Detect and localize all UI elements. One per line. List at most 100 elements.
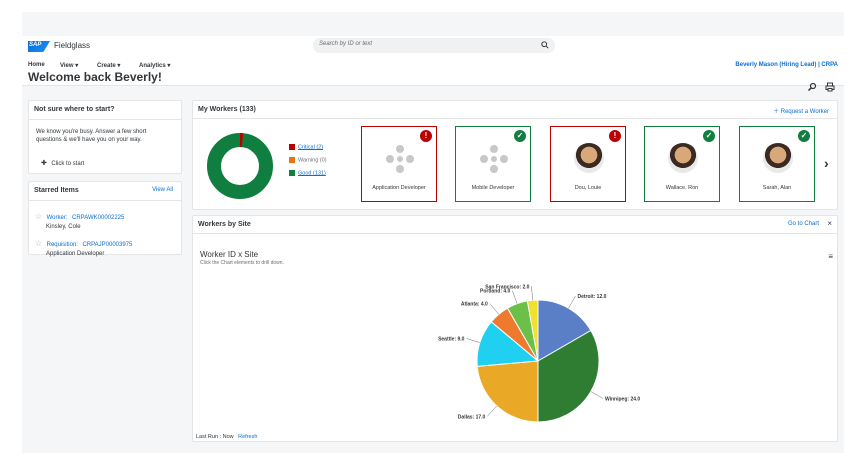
wrench-icon[interactable] xyxy=(807,82,817,92)
worker-card[interactable]: ✓ Mobile Developer xyxy=(455,126,531,202)
divider xyxy=(193,118,837,119)
worker-card-label: Mobile Developer xyxy=(471,185,515,191)
donut-good-segment[interactable] xyxy=(207,133,273,199)
go-to-chart-link[interactable]: Go to Chart xyxy=(788,221,819,227)
pie-connector xyxy=(590,391,604,399)
pie-data-label: San Francisco: 2.0 xyxy=(485,284,529,290)
plus-icon: ＋ xyxy=(773,109,780,115)
pie-data-label: Winnipeg: 24.0 xyxy=(605,397,640,403)
chart-hint: Click the Chart elements to drill down. xyxy=(200,260,284,266)
worker-card[interactable]: ! Application Developer xyxy=(361,126,437,202)
pie-connector xyxy=(489,303,499,315)
search-icon[interactable] xyxy=(541,41,549,49)
worker-card[interactable]: ✓ Wallace, Ron xyxy=(644,126,720,202)
nav-home[interactable]: Home xyxy=(28,62,45,68)
pie-chart[interactable]: Detroit: 12.0 Winnipeg: 24.0 Dallas: 17.0 S… xyxy=(394,262,644,432)
starred-item-type: Worker: xyxy=(46,215,68,221)
sap-logo-text: SAP xyxy=(29,42,42,48)
legend-warning-label: Warning (0) xyxy=(298,157,327,164)
worker-card-label: Wallace, Ron xyxy=(665,185,699,191)
chevron-down-icon: ▾ xyxy=(75,63,79,69)
pie-data-label: Dallas: 17.0 xyxy=(458,414,486,420)
divider xyxy=(193,233,837,234)
chevron-down-icon: ▾ xyxy=(167,63,171,69)
starred-item-type: Requisition: xyxy=(46,242,78,248)
click-to-start-label: Click to start xyxy=(51,161,85,167)
chevron-down-icon: ▾ xyxy=(117,63,121,69)
pie-data-label: Atlanta: 4.0 xyxy=(461,302,488,308)
status-donut[interactable] xyxy=(205,131,275,201)
nav-create-label: Create xyxy=(97,63,116,69)
starred-item-id[interactable]: CRPAJP00003975 xyxy=(82,242,132,248)
legend-good[interactable]: Good (131) xyxy=(289,170,326,176)
workers-by-site-title: Workers by Site xyxy=(198,221,251,228)
app-frame: SAP Fieldglass Search by ID or text Home… xyxy=(22,12,844,453)
puzzle-icon: ✚ xyxy=(41,160,47,167)
starred-title: Starred Items xyxy=(34,187,79,194)
pie-connector xyxy=(466,338,480,343)
starred-item[interactable]: ☆ Requisition: CRPAJP00003975 Applicatio… xyxy=(35,233,132,257)
print-icon[interactable] xyxy=(825,82,835,92)
nav-view[interactable]: View ▾ xyxy=(60,62,78,69)
legend-critical-label: Critical (2) xyxy=(298,144,324,151)
nav-view-label: View xyxy=(60,63,74,69)
divider xyxy=(29,119,181,120)
legend-critical[interactable]: Critical (2) xyxy=(289,144,323,150)
hamburger-menu-icon[interactable]: ≡ xyxy=(828,252,833,261)
start-panel-title: Not sure where to start? xyxy=(34,106,115,113)
avatar xyxy=(668,143,698,173)
worker-card-label: Application Developer xyxy=(372,185,426,191)
my-workers-title: My Workers (133) xyxy=(198,106,256,113)
starred-panel: Starred Items View All ☆ Worker: CRPAWK0… xyxy=(28,181,182,257)
nav-analytics[interactable]: Analytics ▾ xyxy=(139,62,170,69)
check-badge-icon: ✓ xyxy=(703,130,715,142)
divider xyxy=(29,200,181,201)
nav-create[interactable]: Create ▾ xyxy=(97,62,120,69)
legend-warning[interactable]: Warning (0) xyxy=(289,157,327,163)
legend-swatch xyxy=(289,144,295,150)
worker-card-label: Sarah, Alan xyxy=(762,185,792,191)
refresh-link[interactable]: Refresh xyxy=(238,434,257,440)
search-placeholder: Search by ID or text xyxy=(319,41,373,47)
chart-title: Worker ID x Site xyxy=(200,250,259,259)
starred-item[interactable]: ☆ Worker: CRPAWK00002225 Kinsley, Cole xyxy=(35,206,124,230)
starred-item-sub: Application Developer xyxy=(46,251,105,257)
check-badge-icon: ✓ xyxy=(798,130,810,142)
request-worker-label: Request a Worker xyxy=(780,109,829,115)
critical-badge-icon: ! xyxy=(609,130,621,142)
last-run: Last Run : Now Refresh xyxy=(196,434,257,440)
legend-good-label: Good (131) xyxy=(298,170,326,177)
worker-card[interactable]: ! Dou, Louie xyxy=(550,126,626,202)
start-panel-body: We know you're busy. Answer a few short … xyxy=(36,129,147,143)
worker-card-label: Dou, Louie xyxy=(574,185,602,191)
search-input[interactable]: Search by ID or text xyxy=(313,38,555,53)
star-icon[interactable]: ☆ xyxy=(35,212,42,221)
pie-connector xyxy=(487,405,497,417)
critical-badge-icon: ! xyxy=(420,130,432,142)
avatar xyxy=(763,143,793,173)
pie-connector xyxy=(531,286,533,301)
pie-data-label: Seattle: 9.0 xyxy=(438,336,465,342)
product-name: Fieldglass xyxy=(54,41,91,50)
legend-swatch xyxy=(289,157,295,163)
user-menu[interactable]: Beverly Mason (Hiring Lead) | CRPA xyxy=(735,62,838,68)
legend-swatch xyxy=(289,170,295,176)
page-title: Welcome back Beverly! xyxy=(28,70,162,84)
nav-analytics-label: Analytics xyxy=(139,63,166,69)
top-band xyxy=(22,12,844,36)
star-icon[interactable]: ☆ xyxy=(35,239,42,248)
pie-connector xyxy=(568,295,576,309)
last-run-label: Last Run : Now xyxy=(196,434,234,440)
starred-item-id[interactable]: CRPAWK00002225 xyxy=(72,215,124,221)
pie-slice-dallas[interactable] xyxy=(476,360,539,423)
check-badge-icon: ✓ xyxy=(514,130,526,142)
view-all-link[interactable]: View All xyxy=(152,187,173,193)
org-placeholder-icon xyxy=(386,145,414,173)
request-worker-button[interactable]: ＋ Request a Worker xyxy=(773,106,829,115)
close-icon[interactable]: × xyxy=(827,219,832,228)
click-to-start-button[interactable]: ✚ Click to start xyxy=(41,152,101,167)
chevron-right-icon[interactable]: › xyxy=(824,155,829,171)
org-placeholder-icon xyxy=(480,145,508,173)
worker-card[interactable]: ✓ Sarah, Alan xyxy=(739,126,815,202)
start-panel: Not sure where to start? We know you're … xyxy=(28,100,182,174)
